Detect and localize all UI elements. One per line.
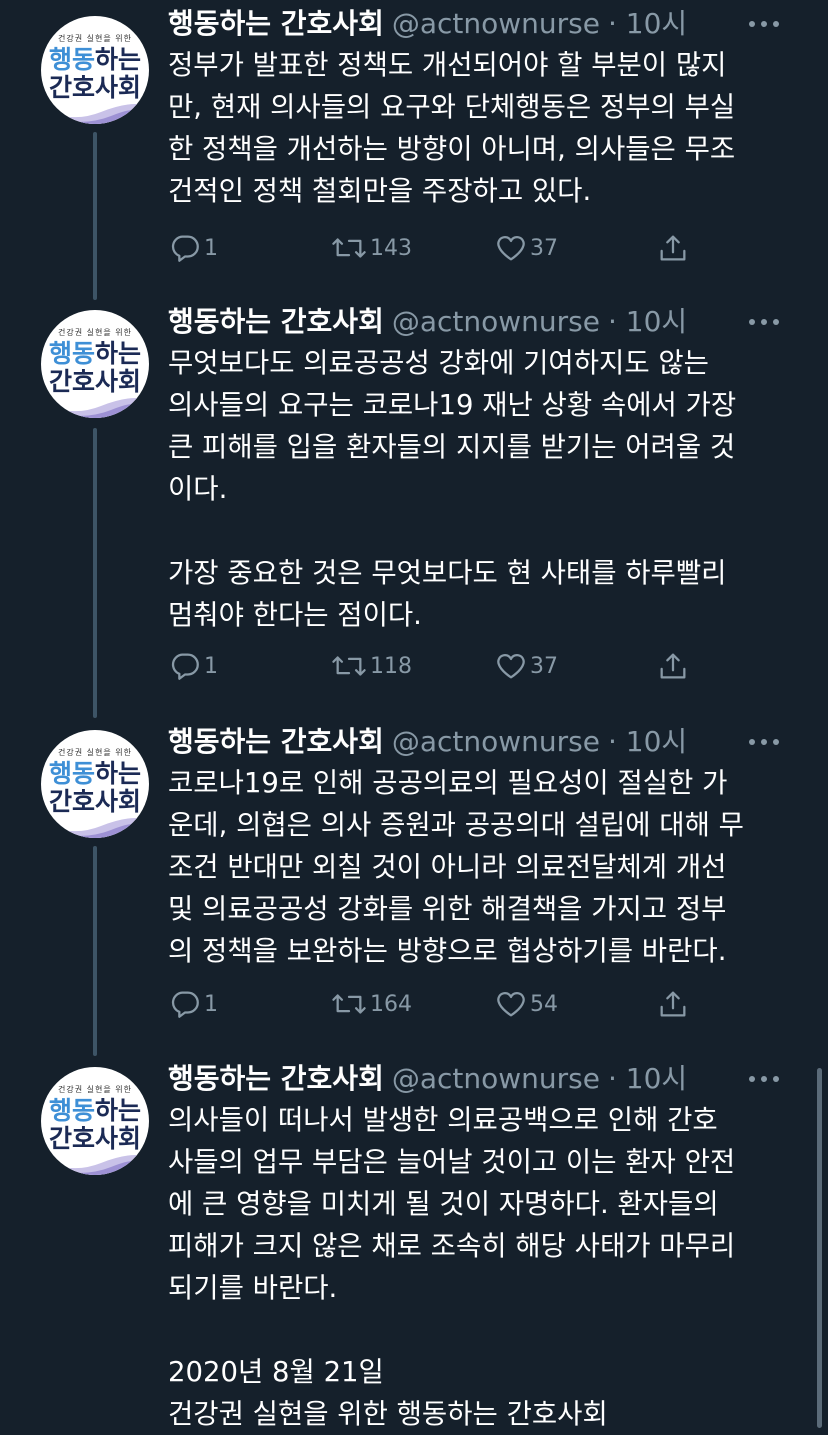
- tweet-text: 코로나19로 인해 공공의료의 필요성이 절실한 가 운데, 의협은 의사 증원…: [168, 767, 744, 967]
- avatar-wave: [41, 1155, 149, 1175]
- share-button[interactable]: [656, 228, 690, 268]
- reply-count: 1: [204, 235, 218, 261]
- share-icon: [660, 653, 686, 679]
- avatar-text: 하는: [95, 759, 142, 788]
- scrollbar[interactable]: [817, 1068, 822, 1428]
- retweet-icon: [332, 656, 366, 676]
- retweet-count: 143: [370, 235, 412, 261]
- like-button[interactable]: 37: [494, 228, 558, 268]
- action-bar: 1 143 37: [168, 228, 708, 268]
- like-count: 37: [530, 653, 558, 679]
- avatar[interactable]: 건강권 실현을 위한 행동하는 간호사회: [41, 1067, 149, 1175]
- retweet-count: 164: [370, 991, 412, 1017]
- reply-icon: [171, 235, 199, 262]
- tweet-text: 무엇보다도 의료공공성 강화에 기여하지도 않는 의사들의 요구는 코로나19 …: [168, 347, 737, 631]
- like-icon: [497, 236, 525, 261]
- avatar-text: 행동: [48, 1096, 95, 1125]
- share-button[interactable]: [656, 984, 690, 1024]
- reply-count: 1: [204, 653, 218, 679]
- action-bar: 1 164 54: [168, 984, 708, 1024]
- reply-icon: [171, 653, 199, 680]
- tweet[interactable]: 건강권 실현을 위한 행동하는 간호사회 행동하는 간호사회 @actnownur…: [0, 722, 828, 1042]
- tweet[interactable]: 건강권 실현을 위한 행동하는 간호사회 행동하는 간호사회 @actnownur…: [0, 1059, 828, 1435]
- handle[interactable]: @actnownurse: [392, 725, 600, 758]
- like-button[interactable]: 54: [494, 984, 558, 1024]
- handle[interactable]: @actnownurse: [392, 305, 600, 338]
- retweet-button[interactable]: 143: [330, 228, 412, 268]
- avatar-tagline: 건강권 실현을 위한: [58, 34, 132, 43]
- reply-icon: [171, 991, 199, 1018]
- share-button[interactable]: [656, 646, 690, 686]
- avatar-text: 행동: [48, 45, 95, 74]
- share-icon: [660, 235, 686, 261]
- retweet-icon: [332, 238, 366, 258]
- retweet-button[interactable]: 164: [330, 984, 412, 1024]
- display-name[interactable]: 행동하는 간호사회: [168, 305, 384, 338]
- like-count: 54: [530, 991, 558, 1017]
- tweet-text: 정부가 발표한 정책도 개선되어야 할 부분이 많지 만, 현재 의사들의 요구…: [168, 49, 736, 207]
- more-icon[interactable]: [744, 1065, 784, 1093]
- like-count: 37: [530, 235, 558, 261]
- reply-button[interactable]: 1: [168, 984, 218, 1024]
- handle[interactable]: @actnownurse: [392, 7, 600, 40]
- avatar-text: 하는: [95, 339, 142, 368]
- avatar[interactable]: 건강권 실현을 위한 행동하는 간호사회: [41, 730, 149, 838]
- like-icon: [497, 992, 525, 1017]
- timestamp[interactable]: · 10시: [608, 305, 687, 338]
- retweet-count: 118: [370, 653, 412, 679]
- retweet-icon: [332, 994, 366, 1014]
- avatar-text: 하는: [95, 45, 142, 74]
- more-icon[interactable]: [744, 10, 784, 38]
- retweet-button[interactable]: 118: [330, 646, 412, 686]
- timestamp[interactable]: · 10시: [608, 1062, 687, 1095]
- avatar[interactable]: 건강권 실현을 위한 행동하는 간호사회: [41, 310, 149, 418]
- tweet[interactable]: 건강권 실현을 위한 행동하는 간호사회 행동하는 간호사회 @actnownur…: [0, 302, 828, 702]
- tweet-text: 의사들이 떠나서 발생한 의료공백으로 인해 간호 사들의 업무 부담은 늘어날…: [168, 1104, 736, 1430]
- timestamp[interactable]: · 10시: [608, 7, 687, 40]
- more-icon[interactable]: [744, 308, 784, 336]
- display-name[interactable]: 행동하는 간호사회: [168, 7, 384, 40]
- tweet[interactable]: 건강권 실현을 위한 행동하는 간호사회 행동하는 간호사회 @actnownur…: [0, 4, 828, 284]
- display-name[interactable]: 행동하는 간호사회: [168, 725, 384, 758]
- reply-button[interactable]: 1: [168, 646, 218, 686]
- avatar-wave: [41, 818, 149, 838]
- timestamp[interactable]: · 10시: [608, 725, 687, 758]
- like-icon: [497, 654, 525, 679]
- avatar-tagline: 건강권 실현을 위한: [58, 328, 132, 337]
- reply-count: 1: [204, 991, 218, 1017]
- action-bar: 1 118 37: [168, 646, 708, 686]
- handle[interactable]: @actnownurse: [392, 1062, 600, 1095]
- more-icon[interactable]: [744, 728, 784, 756]
- display-name[interactable]: 행동하는 간호사회: [168, 1062, 384, 1095]
- avatar-text: 행동: [48, 759, 95, 788]
- avatar-tagline: 건강권 실현을 위한: [58, 1085, 132, 1094]
- avatar-wave: [41, 104, 149, 124]
- avatar-tagline: 건강권 실현을 위한: [58, 748, 132, 757]
- avatar-text: 하는: [95, 1096, 142, 1125]
- like-button[interactable]: 37: [494, 646, 558, 686]
- avatar[interactable]: 건강권 실현을 위한 행동하는 간호사회: [41, 16, 149, 124]
- reply-button[interactable]: 1: [168, 228, 218, 268]
- avatar-text: 행동: [48, 339, 95, 368]
- avatar-wave: [41, 398, 149, 418]
- share-icon: [660, 991, 686, 1017]
